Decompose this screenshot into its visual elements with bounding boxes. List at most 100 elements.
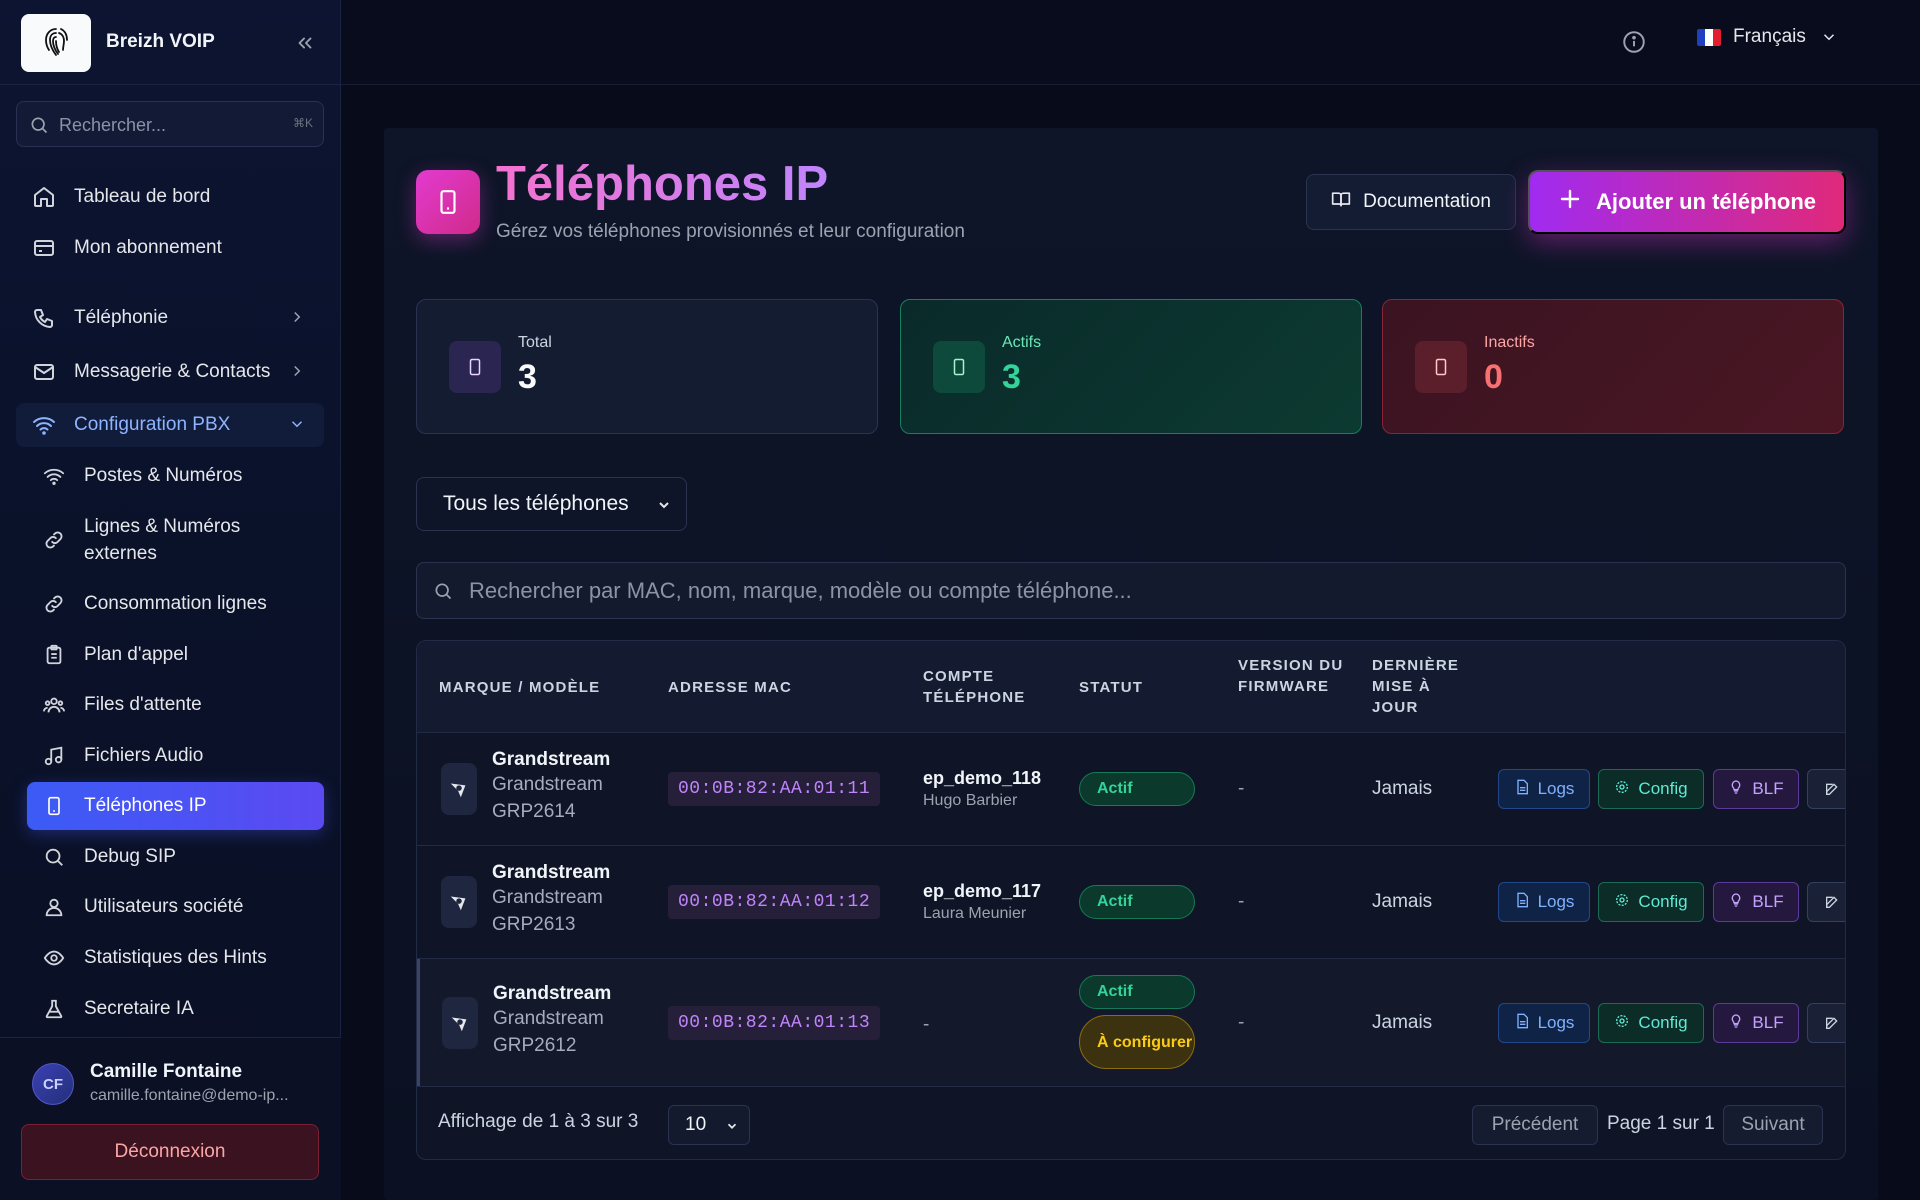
search-icon: [41, 844, 67, 870]
user-name: Camille Fontaine: [90, 1061, 243, 1082]
lightbulb-icon: [1728, 892, 1744, 913]
page-size-select[interactable]: 10: [668, 1105, 750, 1145]
flask-icon: [41, 996, 67, 1022]
page-size-value: 10: [685, 1114, 707, 1135]
brand-logo[interactable]: [21, 14, 91, 72]
page-title: Téléphones IP: [496, 157, 829, 211]
blf-button[interactable]: BLF: [1713, 882, 1799, 922]
sidebar-search-input[interactable]: [59, 111, 279, 139]
sidebar-item-subscription[interactable]: Mon abonnement: [16, 226, 324, 270]
config-button[interactable]: Config: [1598, 882, 1704, 922]
sidebar-item-label: Plan d'appel: [84, 644, 188, 665]
sidebar-item-ai-secretary[interactable]: Secretaire IA: [27, 987, 324, 1031]
account-user: Laura Meunier: [923, 905, 1027, 922]
sidebar-item-dial-plan[interactable]: Plan d'appel: [27, 633, 324, 677]
logs-button[interactable]: Logs: [1498, 882, 1590, 922]
column-header-status[interactable]: STATUT: [1079, 677, 1143, 698]
sidebar-item-queues[interactable]: Files d'attente: [27, 683, 324, 727]
phone-model: Grandstream GRP2613: [492, 887, 603, 935]
sidebar-item-telephony[interactable]: Téléphonie: [16, 296, 324, 340]
status-badge: Actif: [1079, 975, 1195, 1009]
stat-value: 0: [1484, 358, 1503, 396]
table-row[interactable]: Grandstream Grandstream GRP2614 00:0B:82…: [417, 733, 1845, 846]
eye-icon: [41, 945, 67, 971]
phone-filter-select[interactable]: Tous les téléphones: [416, 477, 687, 531]
chevron-down-icon: [727, 1123, 737, 1129]
credit-card-icon: [30, 234, 58, 262]
smartphone-icon: [1415, 341, 1467, 393]
sidebar-search[interactable]: ⌘K: [16, 101, 324, 147]
mac-address: 00:0B:82:AA:01:11: [668, 772, 881, 806]
logout-button[interactable]: Déconnexion: [21, 1124, 319, 1180]
column-header-firmware[interactable]: VERSION DU FIRMWARE: [1238, 655, 1348, 697]
documentation-button[interactable]: Documentation: [1306, 174, 1516, 230]
sidebar-item-label: Téléphonie: [74, 307, 169, 328]
sidebar-item-company-users[interactable]: Utilisateurs société: [27, 885, 324, 929]
column-header-account[interactable]: COMPTE TÉLÉPHONE: [923, 666, 1043, 708]
sidebar-item-extensions[interactable]: Postes & Numéros: [27, 454, 324, 498]
status-badge: Actif: [1079, 885, 1195, 919]
page-icon: [416, 170, 480, 234]
mac-address: 00:0B:82:AA:01:12: [668, 885, 881, 919]
sidebar-item-pbx-config[interactable]: Configuration PBX: [16, 403, 324, 447]
pagination-info: Affichage de 1 à 3 sur 3: [438, 1111, 639, 1132]
stat-card-total: Total 3: [416, 299, 878, 434]
status-badge-to-configure: À configurer: [1079, 1015, 1195, 1069]
documentation-label: Documentation: [1363, 191, 1491, 212]
table-search[interactable]: [416, 562, 1846, 619]
sidebar-item-dashboard[interactable]: Tableau de bord: [16, 175, 324, 219]
gear-icon: [1614, 892, 1630, 913]
updated-value: Jamais: [1372, 1012, 1433, 1033]
add-phone-label: Ajouter un téléphone: [1596, 189, 1816, 214]
config-button[interactable]: Config: [1598, 1003, 1704, 1043]
account-cell: -: [923, 1011, 929, 1036]
config-label: Config: [1638, 892, 1688, 911]
sidebar-item-debug-sip[interactable]: Debug SIP: [27, 835, 324, 879]
sidebar-item-label: Téléphones IP: [84, 795, 207, 816]
sidebar-item-external-lines[interactable]: Lignes & Numéros externes: [27, 510, 324, 570]
config-button[interactable]: Config: [1598, 769, 1704, 809]
sidebar-item-line-usage[interactable]: Consommation lignes: [27, 582, 324, 626]
column-header-model[interactable]: MARQUE / MODÈLE: [439, 677, 600, 698]
page-subtitle: Gérez vos téléphones provisionnés et leu…: [496, 221, 965, 242]
column-header-updated[interactable]: DERNIÈRE MISE À JOUR: [1372, 655, 1472, 718]
blf-button[interactable]: BLF: [1713, 769, 1799, 809]
table-row[interactable]: Grandstream Grandstream GRP2613 00:0B:82…: [417, 846, 1845, 959]
previous-page-button[interactable]: Précédent: [1472, 1105, 1598, 1145]
brand-header: Breizh VOIP: [0, 0, 341, 85]
sidebar-item-audio-files[interactable]: Fichiers Audio: [27, 734, 324, 778]
phone-brand: Grandstream: [492, 862, 611, 883]
table-search-input[interactable]: [469, 575, 1819, 607]
sidebar-item-messaging[interactable]: Messagerie & Contacts: [16, 350, 324, 394]
edit-button[interactable]: [1807, 769, 1845, 809]
info-button[interactable]: [1621, 29, 1647, 60]
collapse-sidebar-button[interactable]: [290, 28, 320, 58]
column-header-mac[interactable]: ADRESSE MAC: [668, 677, 792, 698]
avatar[interactable]: CF: [32, 1063, 74, 1105]
sidebar-item-label: Consommation lignes: [84, 593, 267, 614]
stat-label: Total: [518, 334, 552, 351]
language-selector[interactable]: Français: [1697, 26, 1838, 48]
page-indicator: Page 1 sur 1: [1607, 1113, 1715, 1134]
config-label: Config: [1638, 1013, 1688, 1032]
add-phone-button[interactable]: Ajouter un téléphone: [1528, 170, 1846, 234]
logs-label: Logs: [1537, 892, 1575, 911]
next-page-button[interactable]: Suivant: [1723, 1105, 1823, 1145]
blf-label: BLF: [1752, 892, 1784, 911]
sidebar-item-hint-stats[interactable]: Statistiques des Hints: [27, 936, 324, 980]
logs-button[interactable]: Logs: [1498, 1003, 1590, 1043]
edit-button[interactable]: [1807, 1003, 1845, 1043]
sidebar-item-label: Messagerie & Contacts: [74, 361, 271, 382]
blf-button[interactable]: BLF: [1713, 1003, 1799, 1043]
grandstream-logo-icon: [441, 876, 477, 928]
smartphone-icon: [933, 341, 985, 393]
logs-button[interactable]: Logs: [1498, 769, 1590, 809]
model-cell: Grandstream Grandstream GRP2614: [492, 749, 642, 825]
sidebar-item-ip-phones[interactable]: Téléphones IP: [27, 782, 324, 830]
logs-label: Logs: [1537, 1013, 1575, 1032]
edit-button[interactable]: [1807, 882, 1845, 922]
table-row[interactable]: Grandstream Grandstream GRP2612 00:0B:82…: [417, 959, 1845, 1087]
search-icon: [433, 581, 453, 606]
edit-icon: [1826, 783, 1838, 795]
phone-model: Grandstream GRP2614: [492, 774, 603, 822]
